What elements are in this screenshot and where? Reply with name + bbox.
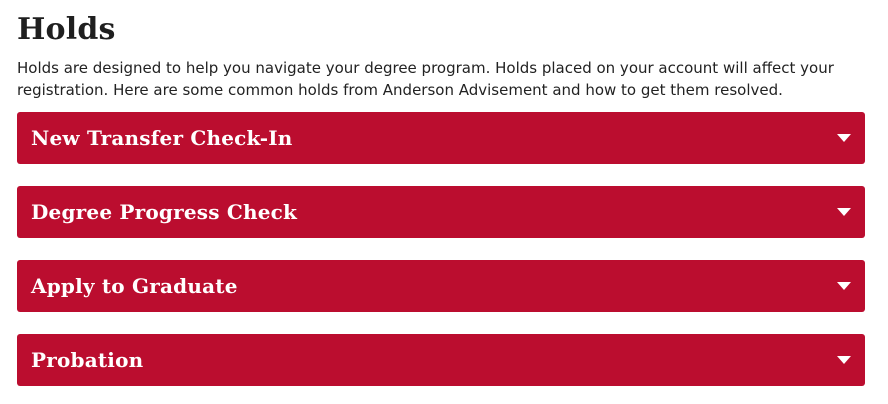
- accordion-item-label: New Transfer Check-In: [31, 126, 293, 150]
- chevron-down-icon: [837, 282, 851, 290]
- chevron-down-icon: [837, 356, 851, 364]
- accordion-item-label: Degree Progress Check: [31, 200, 298, 224]
- chevron-down-icon: [837, 208, 851, 216]
- page-title: Holds: [17, 12, 116, 47]
- chevron-down-icon: [837, 134, 851, 142]
- holds-section: Holds Holds are designed to help you nav…: [0, 0, 888, 386]
- accordion-item-label: Probation: [31, 348, 144, 372]
- holds-accordion: New Transfer Check-In Degree Progress Ch…: [17, 112, 865, 386]
- accordion-item-new-transfer-check-in[interactable]: New Transfer Check-In: [17, 112, 865, 164]
- accordion-item-label: Apply to Graduate: [31, 274, 238, 298]
- accordion-item-probation[interactable]: Probation: [17, 334, 865, 386]
- intro-text: Holds are designed to help you navigate …: [17, 59, 834, 99]
- accordion-item-degree-progress-check[interactable]: Degree Progress Check: [17, 186, 865, 238]
- accordion-item-apply-to-graduate[interactable]: Apply to Graduate: [17, 260, 865, 312]
